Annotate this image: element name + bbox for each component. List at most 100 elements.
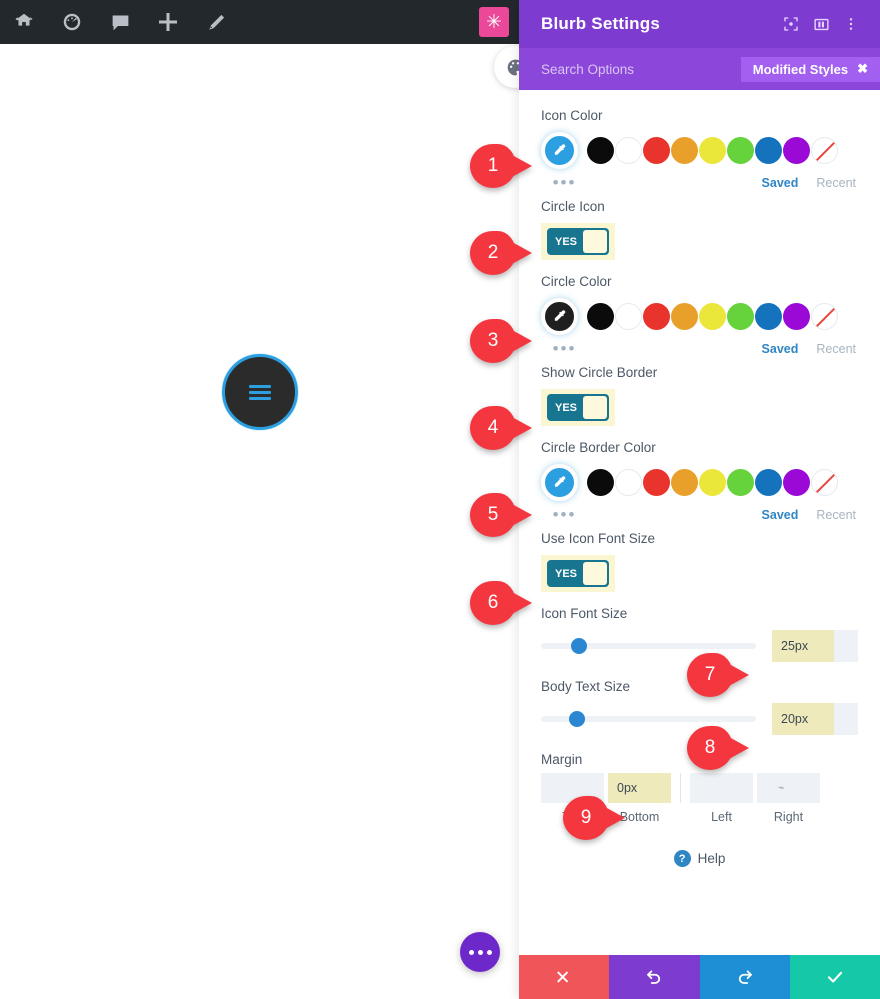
pencil-edit-icon[interactable] [192,0,240,44]
swatch-purple[interactable] [783,469,810,496]
pin-number: 2 [487,242,499,263]
plus-new-icon[interactable] [144,0,192,44]
more-colors-icon[interactable]: ••• [541,340,588,357]
panel-header: Blurb Settings [519,0,880,48]
link-values-icon[interactable]: ⌁ [778,781,785,794]
search-options-bar[interactable]: Search Options Modified Styles ✖ [519,48,880,90]
swatch-red[interactable] [643,469,670,496]
slider-handle[interactable] [571,638,588,654]
blurb-module-icon-circle[interactable] [222,354,298,430]
cancel-button[interactable] [519,955,610,999]
icon-font-size-slider[interactable] [541,638,756,654]
swatch-black[interactable] [587,303,614,330]
show-circle-border-toggle[interactable]: YES [547,394,609,421]
slider-handle[interactable] [568,711,585,727]
swatch-blue[interactable] [755,469,782,496]
more-colors-icon[interactable]: ••• [541,506,588,523]
field-label: Show Circle Border [541,365,658,380]
saved-tab[interactable]: Saved [762,508,799,522]
swatch-black[interactable] [587,137,614,164]
swatch-none[interactable] [811,303,838,330]
swatch-blue[interactable] [755,303,782,330]
recent-tab[interactable]: Recent [816,342,856,356]
swatch-green[interactable] [727,137,754,164]
wp-admin-bar: ✳ [0,0,519,44]
comment-bubble-icon[interactable] [96,0,144,44]
use-icon-font-size-toggle[interactable]: YES [547,560,609,587]
field-label: Circle Border Color [541,440,656,455]
swatch-red[interactable] [643,137,670,164]
value-stepper[interactable] [834,630,858,662]
help-row[interactable]: ? Help [519,850,880,867]
swatch-green[interactable] [727,469,754,496]
swatch-purple[interactable] [783,303,810,330]
swatch-blue[interactable] [755,137,782,164]
pin-number: 3 [487,330,499,351]
body-text-size-slider[interactable] [541,711,756,727]
site-home-icon[interactable] [0,0,48,44]
search-input[interactable]: Search Options [541,62,741,77]
callout-pin-5: 5 [470,493,532,537]
circle-icon-toggle[interactable]: YES [547,228,609,255]
toggle-label: YES [555,401,578,414]
blurb-settings-panel: Blurb Settings Search Options Modified S… [519,0,880,999]
swatch-orange[interactable] [671,303,698,330]
field-icon-color: Icon Color ••• Saved Recent [519,108,880,193]
swatch-white[interactable] [615,303,642,330]
more-options-icon[interactable] [460,932,500,972]
focus-target-icon[interactable] [776,9,806,39]
margin-left-input[interactable] [690,773,753,803]
page-canvas [0,44,519,999]
swatch-black[interactable] [587,469,614,496]
icon-font-size-value-field[interactable]: 25px [772,630,858,662]
active-color-eyedropper[interactable] [541,298,578,335]
redo-button[interactable] [699,955,790,999]
modified-styles-chip[interactable]: Modified Styles ✖ [740,56,880,82]
dashboard-gauge-icon[interactable] [48,0,96,44]
swatch-green[interactable] [727,303,754,330]
pin-number: 9 [580,807,592,828]
more-colors-icon[interactable]: ••• [541,174,588,191]
close-icon[interactable]: ✖ [857,61,868,77]
save-button[interactable] [789,955,880,999]
swatch-yellow[interactable] [699,469,726,496]
margin-left-label: Left [711,810,732,824]
body-text-size-value-field[interactable]: 20px [772,703,858,735]
active-color-eyedropper[interactable] [541,132,578,169]
star-badge-icon[interactable]: ✳ [479,7,509,37]
swatch-meta-row: ••• Saved Recent [541,505,858,525]
margin-left-cell: Left [690,773,753,824]
swatch-orange[interactable] [671,469,698,496]
swatch-white[interactable] [615,137,642,164]
active-color-eyedropper[interactable] [541,464,578,501]
swatch-orange[interactable] [671,137,698,164]
toggle-label: YES [555,235,578,248]
callout-pin-4: 4 [470,406,532,450]
pin-number: 1 [487,155,499,176]
hamburger-icon [249,382,271,403]
toggle-label: YES [555,567,578,580]
saved-tab[interactable]: Saved [762,176,799,190]
layout-columns-icon[interactable] [806,9,836,39]
field-show-circle-border: Show Circle Border YES [519,365,880,426]
recent-tab[interactable]: Recent [816,508,856,522]
swatch-yellow[interactable] [699,303,726,330]
undo-button[interactable] [609,955,700,999]
toggle-highlight: YES [541,555,615,592]
pin-number: 5 [487,504,499,525]
swatch-none[interactable] [811,137,838,164]
saved-tab[interactable]: Saved [762,342,799,356]
margin-right-cell: Right [757,773,820,824]
recent-tab[interactable]: Recent [816,176,856,190]
swatch-purple[interactable] [783,137,810,164]
value-stepper[interactable] [834,703,858,735]
swatch-yellow[interactable] [699,137,726,164]
swatch-white[interactable] [615,469,642,496]
help-label: Help [697,851,726,866]
swatch-red[interactable] [643,303,670,330]
callout-pin-2: 2 [470,231,532,275]
field-label: Use Icon Font Size [541,531,656,546]
margin-right-input[interactable] [757,773,820,803]
vertical-dots-menu-icon[interactable] [836,9,866,39]
swatch-none[interactable] [811,469,838,496]
